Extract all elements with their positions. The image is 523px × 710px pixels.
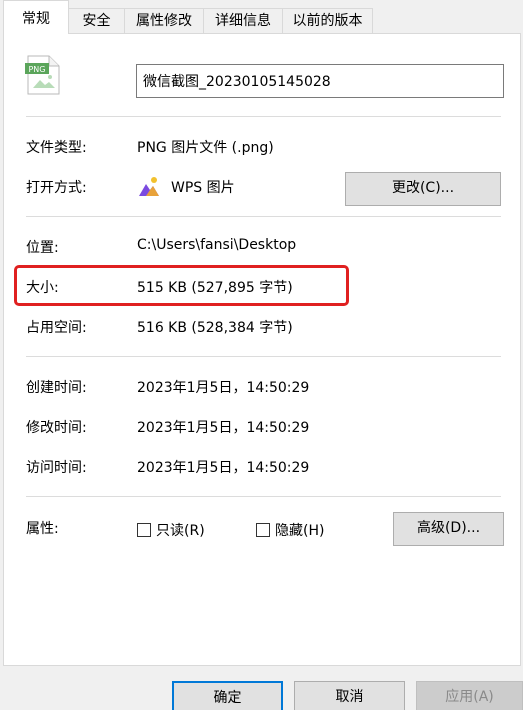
file-name-input[interactable]: [136, 64, 504, 98]
cancel-button[interactable]: 取消: [294, 681, 405, 710]
file-type-label: 文件类型:: [26, 140, 87, 156]
apply-button[interactable]: 应用(A): [416, 681, 523, 710]
tab-previous-versions[interactable]: 以前的版本: [282, 8, 373, 33]
tab-general[interactable]: 常规: [3, 0, 69, 34]
size-on-disk-label: 占用空间:: [26, 320, 87, 336]
change-button[interactable]: 更改(C)...: [345, 172, 501, 206]
size-label: 大小:: [26, 280, 59, 296]
file-type-value: PNG 图片文件 (.png): [137, 140, 274, 156]
location-label: 位置:: [26, 240, 59, 256]
modified-value: 2023年1月5日，14:50:29: [137, 420, 310, 436]
accessed-label: 访问时间:: [26, 460, 87, 476]
hidden-checkbox-label[interactable]: 隐藏(H): [275, 520, 324, 540]
open-with-app-name: WPS 图片: [171, 180, 235, 196]
general-panel: PNG 文件类型: PNG 图片文件 (.png) 打开方式: WPS 图片 更…: [3, 33, 521, 666]
attributes-label: 属性:: [26, 521, 59, 537]
tab-security[interactable]: 安全: [68, 8, 125, 33]
open-with-label: 打开方式:: [26, 180, 87, 196]
separator: [26, 356, 501, 357]
hidden-checkbox[interactable]: [256, 523, 270, 537]
readonly-checkbox[interactable]: [137, 523, 151, 537]
created-label: 创建时间:: [26, 380, 87, 396]
tab-details[interactable]: 详细信息: [203, 8, 283, 33]
accessed-value: 2023年1月5日，14:50:29: [137, 460, 310, 476]
separator: [26, 496, 501, 497]
size-on-disk-value: 516 KB (528,384 字节): [137, 320, 293, 336]
ok-button[interactable]: 确定: [172, 681, 283, 710]
properties-dialog: 常规 安全 属性修改 详细信息 以前的版本 PNG 文件类型: PNG 图片文件…: [0, 0, 523, 710]
location-value: C:\Users\fansi\Desktop: [137, 237, 297, 253]
modified-label: 修改时间:: [26, 420, 87, 436]
created-value: 2023年1月5日，14:50:29: [137, 380, 310, 396]
separator: [26, 116, 501, 117]
readonly-checkbox-label[interactable]: 只读(R): [156, 520, 205, 540]
png-icon-label: PNG: [28, 65, 45, 74]
size-value: 515 KB (527,895 字节): [137, 280, 293, 296]
png-file-icon: PNG: [25, 55, 60, 95]
advanced-button[interactable]: 高级(D)...: [393, 512, 504, 546]
wps-picture-icon: [139, 177, 159, 196]
tab-bar: 常规 安全 属性修改 详细信息 以前的版本: [0, 0, 523, 34]
separator: [26, 216, 501, 217]
tab-attribute-edit[interactable]: 属性修改: [124, 8, 204, 33]
